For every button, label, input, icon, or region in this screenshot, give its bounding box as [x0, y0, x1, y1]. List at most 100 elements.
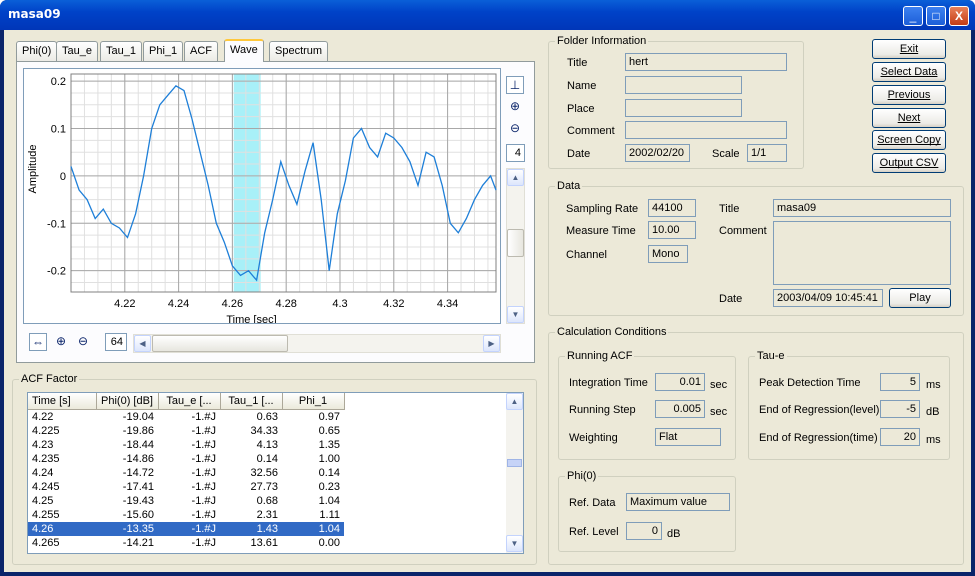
table-row[interactable]: 4.24 -14.72 -1.#J 32.56 0.14 — [28, 466, 344, 480]
scroll-up-arrow-icon[interactable]: ▲ — [507, 169, 524, 186]
tab-acf[interactable]: ACF — [184, 41, 218, 61]
exit-button[interactable]: Exit — [872, 39, 946, 59]
table-cell: 0.23 — [318, 480, 340, 493]
x-tick-label: 4.34 — [437, 298, 458, 310]
table-cell: -17.41 — [122, 480, 154, 493]
close-button[interactable]: X — [949, 6, 969, 26]
scroll-right-arrow-icon[interactable]: ▶ — [483, 335, 500, 352]
table-row[interactable]: 4.265 -14.21 -1.#J 13.61 0.00 — [28, 536, 344, 550]
scroll-down-arrow-icon[interactable]: ▼ — [507, 306, 524, 323]
folder-name-field[interactable] — [625, 76, 742, 94]
tab-wave[interactable]: Wave — [224, 39, 264, 62]
wave-chart[interactable]: 4.22 4.24 4.26 4.28 4.3 4.32 4.34 0.2 0.1 0 -0.1 -0… — [24, 69, 500, 323]
column-header[interactable]: Tau_e [... — [158, 393, 221, 410]
output-csv-button[interactable]: Output CSV — [872, 153, 946, 173]
horizontal-scrollbar[interactable]: ◀ ▶ — [133, 334, 501, 353]
list-scroll-down-icon[interactable]: ▼ — [506, 535, 523, 552]
data-comment-label: Comment — [719, 225, 767, 237]
folder-place-field[interactable] — [625, 99, 742, 117]
tab-tau-1[interactable]: Tau_1 — [100, 41, 142, 61]
column-header[interactable]: Tau_1 [... — [220, 393, 283, 410]
zoom-out-icon[interactable]: ⊖ — [506, 120, 524, 138]
table-row[interactable]: 4.22 -19.04 -1.#J 0.63 0.97 — [28, 409, 344, 424]
folder-comment-label: Comment — [567, 125, 615, 137]
table-row[interactable]: 4.255 -15.60 -1.#J 2.31 1.11 — [28, 508, 344, 522]
vertical-scrollbar[interactable]: ▲ ▼ — [506, 168, 525, 324]
column-header[interactable]: Phi(0) [dB] — [96, 393, 159, 410]
next-button[interactable]: Next — [872, 108, 946, 128]
tab-phi0[interactable]: Phi(0) — [16, 41, 58, 61]
folder-date-label: Date — [567, 148, 591, 160]
vertical-scroll-thumb[interactable] — [507, 229, 524, 257]
integration-time-field[interactable]: 0.01 — [655, 373, 705, 391]
column-header[interactable]: Phi_1 — [282, 393, 345, 410]
weighting-field[interactable]: Flat — [655, 428, 721, 446]
folder-info-group: Folder Information Title hert Name Place… — [548, 35, 804, 169]
data-group: Data Sampling Rate 44100 Measure Time 10… — [548, 180, 964, 316]
table-row[interactable]: 4.235 -14.86 -1.#J 0.14 1.00 — [28, 452, 344, 466]
folder-title-field[interactable]: hert — [625, 53, 787, 71]
x-tick-label: 4.22 — [114, 298, 135, 310]
list-scrollbar[interactable]: ▲ ▼ — [506, 393, 523, 553]
measure-time-field[interactable]: 10.00 — [648, 221, 696, 239]
play-button[interactable]: Play — [889, 288, 951, 308]
zoom-in-icon[interactable]: ⊕ — [506, 98, 524, 116]
tab-phi-1[interactable]: Phi_1 — [143, 41, 184, 61]
table-row[interactable]: 4.23 -18.44 -1.#J 4.13 1.35 — [28, 438, 344, 452]
column-header[interactable]: Time [s] — [28, 393, 97, 410]
cursor-tool-icon[interactable]: ⊥ — [506, 76, 524, 94]
ref-level-label: Ref. Level — [569, 526, 619, 538]
table-cell: 0.63 — [256, 410, 278, 423]
table-cell: 13.61 — [250, 536, 278, 549]
table-cell: 34.33 — [250, 424, 278, 437]
scroll-left-arrow-icon[interactable]: ◀ — [134, 335, 151, 352]
previous-button[interactable]: Previous — [872, 85, 946, 105]
list-scroll-thumb[interactable] — [507, 459, 522, 467]
screen-copy-button[interactable]: Screen Copy — [872, 130, 946, 150]
tab-tau-e[interactable]: Tau_e — [56, 41, 98, 61]
h-zoom-out-icon[interactable]: ⊖ — [74, 333, 92, 351]
eor-level-field[interactable]: -5 — [880, 400, 920, 418]
table-cell: 4.23 — [32, 438, 54, 451]
measure-time-label: Measure Time — [566, 225, 636, 237]
horizontal-scroll-thumb[interactable] — [152, 335, 288, 352]
folder-title-label: Title — [567, 57, 588, 69]
table-cell: -1.#J — [191, 424, 216, 437]
table-cell: 4.225 — [32, 424, 60, 437]
channel-field[interactable]: Mono — [648, 245, 688, 263]
folder-comment-field[interactable] — [625, 121, 787, 139]
table-row[interactable]: 4.245 -17.41 -1.#J 27.73 0.23 — [28, 480, 344, 494]
data-comment-field[interactable] — [773, 221, 951, 285]
table-row[interactable]: 4.225 -19.86 -1.#J 34.33 0.65 — [28, 424, 344, 438]
ref-level-field[interactable]: 0 — [626, 522, 662, 540]
data-title-field[interactable]: masa09 — [773, 199, 951, 217]
minimize-button[interactable]: _ — [903, 6, 923, 26]
fit-width-icon[interactable]: ⇔ — [29, 333, 47, 351]
y-tick-label: 0.2 — [51, 76, 66, 88]
table-row[interactable]: 4.25 -19.43 -1.#J 0.68 1.04 — [28, 494, 344, 508]
table-cell: -15.60 — [122, 508, 154, 521]
x-tick-label: 4.24 — [168, 298, 189, 310]
data-date-field[interactable]: 2003/04/09 10:45:41 — [773, 289, 883, 307]
h-zoom-in-icon[interactable]: ⊕ — [52, 333, 70, 351]
maximize-button[interactable]: □ — [926, 6, 946, 26]
table-cell: -1.#J — [191, 480, 216, 493]
acf-listview[interactable]: Time [s] Phi(0) [dB] Tau_e [... Tau_1 [... P… — [27, 392, 524, 554]
select-data-button[interactable]: Select Data — [872, 62, 946, 82]
table-cell: 4.24 — [32, 466, 54, 479]
folder-scale-label: Scale — [712, 148, 740, 160]
list-scroll-up-icon[interactable]: ▲ — [506, 393, 523, 410]
tab-spectrum[interactable]: Spectrum — [269, 41, 329, 61]
running-step-field[interactable]: 0.005 — [655, 400, 705, 418]
folder-date-field[interactable]: 2002/02/20 — [625, 144, 690, 162]
eor-time-field[interactable]: 20 — [880, 428, 920, 446]
peak-detection-field[interactable]: 5 — [880, 373, 920, 391]
title-bar[interactable]: masa09 _ □ X — [0, 0, 975, 30]
table-cell: 1.04 — [282, 521, 344, 536]
table-row[interactable]: 4.26 -13.35 -1.#J 1.43 1.04 — [28, 521, 344, 536]
table-cell: 0.97 — [318, 410, 340, 423]
sampling-rate-field[interactable]: 44100 — [648, 199, 696, 217]
ref-data-label: Ref. Data — [569, 497, 616, 509]
ref-data-field[interactable]: Maximum value — [626, 493, 730, 511]
folder-scale-field[interactable]: 1/1 — [747, 144, 787, 162]
